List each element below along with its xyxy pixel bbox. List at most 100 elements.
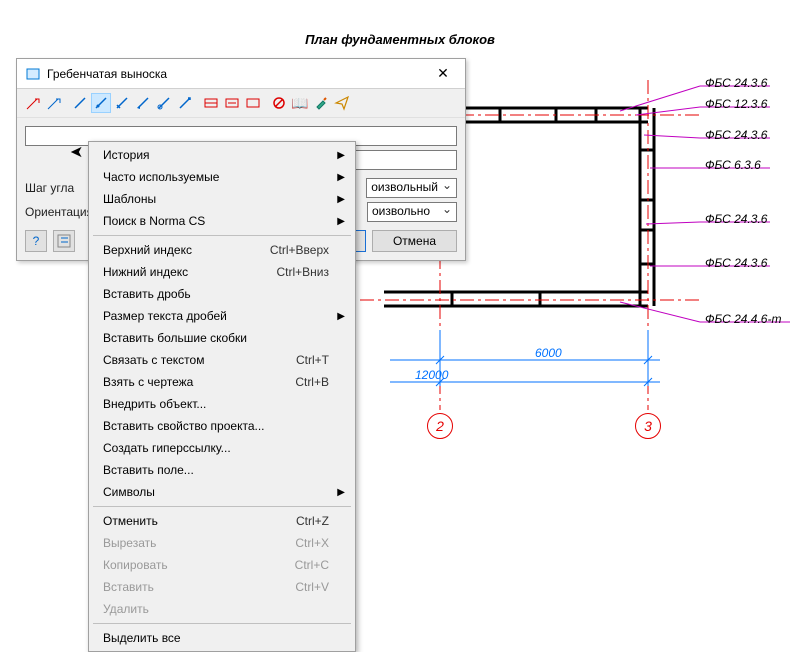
menu-item[interactable]: Размер текста дробей ▶ [91, 305, 353, 327]
menu-item[interactable]: История ▶ [91, 144, 353, 166]
menu-item-label: Размер текста дробей [103, 309, 329, 323]
submenu-arrow-icon: ▶ [337, 172, 345, 183]
send-button[interactable] [332, 93, 352, 113]
menu-item-label: Шаблоны [103, 192, 329, 206]
tree-button[interactable] [53, 230, 75, 252]
menu-item-label: Вырезать [103, 536, 295, 550]
dialog-title: Гребенчатая выноска [47, 67, 429, 81]
menu-item-label: Нижний индекс [103, 265, 276, 279]
menu-item-label: История [103, 148, 329, 162]
menu-item[interactable]: Шаблоны ▶ [91, 188, 353, 210]
fraction-2-button[interactable] [91, 93, 111, 113]
menu-shortcut: Ctrl+Вниз [276, 265, 329, 279]
help-icon: ? [33, 234, 40, 248]
border-3-button[interactable] [243, 93, 263, 113]
block-label: ФБС 24.4.6-m [705, 312, 781, 326]
menu-shortcut: Ctrl+V [295, 580, 329, 594]
menu-item[interactable]: Создать гиперссылку... [91, 437, 353, 459]
fraction-3-button[interactable] [112, 93, 132, 113]
menu-item-label: Вставить поле... [103, 463, 329, 477]
book-icon-button[interactable]: 📖 [290, 93, 310, 113]
context-menu: История▶Часто используемые▶Шаблоны▶Поиск… [88, 141, 356, 652]
menu-item[interactable]: Связать с текстомCtrl+T [91, 349, 353, 371]
menu-item-label: Верхний индекс [103, 243, 270, 257]
menu-item[interactable]: Вставить дробь [91, 283, 353, 305]
submenu-arrow-icon: ▶ [337, 311, 345, 322]
block-label: ФБС 24.3.6 [705, 76, 767, 90]
menu-item: ВставитьCtrl+V [91, 576, 353, 598]
arrow-style-2-button[interactable] [44, 93, 64, 113]
menu-item-label: Поиск в Norma CS [103, 214, 329, 228]
menu-item[interactable]: Вставить поле... [91, 459, 353, 481]
dialog-toolbar: 📖 [17, 89, 465, 118]
dialog-titlebar[interactable]: Гребенчатая выноска ✕ [17, 59, 465, 89]
submenu-arrow-icon: ▶ [337, 216, 345, 227]
menu-item-label: Создать гиперссылку... [103, 441, 329, 455]
menu-item-label: Символы [103, 485, 329, 499]
menu-item[interactable]: Вставить большие скобки [91, 327, 353, 349]
menu-item: ВырезатьCtrl+X [91, 532, 353, 554]
tree-icon [57, 234, 71, 248]
menu-item-label: Копировать [103, 558, 295, 572]
block-label: ФБС 24.3.6 [705, 128, 767, 142]
block-label: ФБС 24.3.6 [705, 256, 767, 270]
menu-item-label: Вставить свойство проекта... [103, 419, 329, 433]
border-1-button[interactable] [201, 93, 221, 113]
menu-item-label: Взять с чертежа [103, 375, 295, 389]
submenu-arrow-icon: ▶ [337, 487, 345, 498]
submenu-arrow-icon: ▶ [337, 150, 345, 161]
block-label: ФБС 12.3.6 [705, 97, 767, 111]
drawing-title: План фундаментных блоков [0, 32, 800, 47]
axis-marker-2: 2 [427, 413, 453, 439]
submenu-arrow-icon: ▶ [337, 194, 345, 205]
axis-marker-3: 3 [635, 413, 661, 439]
menu-item[interactable]: Часто используемые ▶ [91, 166, 353, 188]
menu-item-label: Выделить все [103, 631, 329, 645]
menu-item-label: Вставить большие скобки [103, 331, 329, 345]
menu-shortcut: Ctrl+Вверх [270, 243, 329, 257]
menu-item-label: Отменить [103, 514, 296, 528]
menu-item-label: Часто используемые [103, 170, 329, 184]
menu-item: КопироватьCtrl+C [91, 554, 353, 576]
fraction-5-button[interactable] [154, 93, 174, 113]
no-symbol-button[interactable] [269, 93, 289, 113]
arrow-style-1-button[interactable] [23, 93, 43, 113]
menu-shortcut: Ctrl+Z [296, 514, 329, 528]
step-dropdown[interactable]: оизвольный [366, 178, 457, 198]
block-label: ФБС 6.3.6 [705, 158, 761, 172]
pipette-button[interactable] [311, 93, 331, 113]
menu-item[interactable]: Нижний индексCtrl+Вниз [91, 261, 353, 283]
book-icon: 📖 [292, 95, 308, 111]
cancel-button[interactable]: Отмена [372, 230, 457, 252]
dialog-icon [25, 66, 41, 82]
block-label: ФБС 24.3.6 [705, 212, 767, 226]
step-angle-label: Шаг угла [25, 181, 74, 195]
border-2-button[interactable] [222, 93, 242, 113]
menu-item[interactable]: ОтменитьCtrl+Z [91, 510, 353, 532]
menu-item[interactable]: Вставить свойство проекта... [91, 415, 353, 437]
menu-item[interactable]: Выделить все [91, 627, 353, 649]
menu-item-label: Вставить дробь [103, 287, 329, 301]
orientation-label: Ориентация [25, 205, 93, 219]
close-button[interactable]: ✕ [429, 65, 457, 82]
menu-item[interactable]: Символы ▶ [91, 481, 353, 503]
menu-item[interactable]: Поиск в Norma CS ▶ [91, 210, 353, 232]
menu-shortcut: Ctrl+B [295, 375, 329, 389]
menu-item-label: Удалить [103, 602, 329, 616]
menu-item[interactable]: Внедрить объект... [91, 393, 353, 415]
dim-label-12000: 12000 [415, 368, 448, 382]
menu-item[interactable]: Взять с чертежаCtrl+B [91, 371, 353, 393]
menu-item[interactable]: Верхний индексCtrl+Вверх [91, 239, 353, 261]
menu-item-label: Связать с текстом [103, 353, 296, 367]
menu-shortcut: Ctrl+X [295, 536, 329, 550]
help-button[interactable]: ? [25, 230, 47, 252]
fraction-4-button[interactable] [133, 93, 153, 113]
menu-shortcut: Ctrl+T [296, 353, 329, 367]
fraction-6-button[interactable] [175, 93, 195, 113]
menu-item: Удалить [91, 598, 353, 620]
menu-item-label: Вставить [103, 580, 295, 594]
menu-shortcut: Ctrl+C [295, 558, 329, 572]
menu-item-label: Внедрить объект... [103, 397, 329, 411]
fraction-1-button[interactable] [70, 93, 90, 113]
orient-dropdown[interactable]: оизвольно [367, 202, 457, 222]
